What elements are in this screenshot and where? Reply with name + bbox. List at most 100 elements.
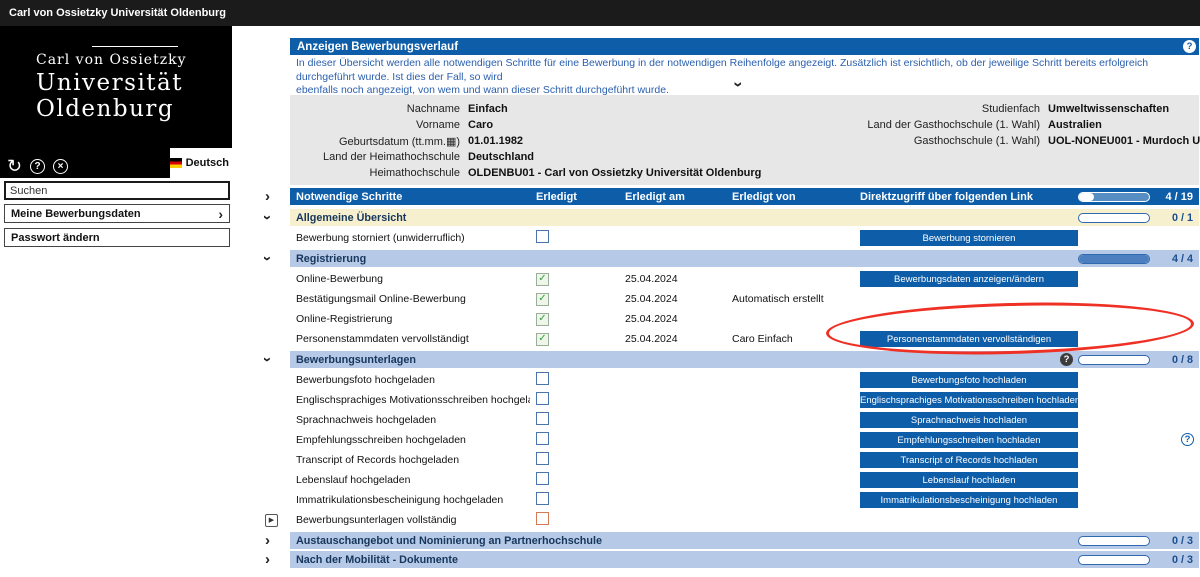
field-label: Studienfach (820, 103, 1040, 115)
steps-rows: › Allgemeine Übersicht ? 0 / 1 Bewerbung… (255, 209, 1199, 568)
content-header: Anzeigen Bewerbungsverlauf ? (290, 38, 1199, 55)
step-checkbox[interactable] (536, 492, 549, 505)
collapse-icon[interactable]: › (260, 215, 275, 220)
step-label: Bewerbungsunterlagen vollständig (290, 514, 530, 526)
expand-icon[interactable]: › (265, 552, 270, 567)
collapse-icon[interactable]: › (260, 357, 275, 362)
section-row[interactable]: › Austauschangebot und Nominierung an Pa… (255, 532, 1199, 549)
field-label: Vorname (290, 119, 460, 131)
step-checkbox[interactable] (536, 472, 549, 485)
step-checkbox[interactable] (536, 432, 549, 445)
section-row[interactable]: › Allgemeine Übersicht ? 0 / 1 (255, 209, 1199, 226)
step-checkbox[interactable]: ✓ (536, 333, 549, 346)
overall-progress-bar (1078, 192, 1150, 202)
field-label: Land der Heimathochschule (290, 151, 460, 163)
field-value: UOL-NONEU001 - Murdoch University (1048, 135, 1200, 147)
checkbox-cell (530, 230, 625, 246)
progress-bar (1078, 536, 1150, 546)
step-action-button[interactable]: Bewerbung stornieren (860, 230, 1078, 246)
step-label: Empfehlungsschreiben hochgeladen (290, 434, 530, 446)
row-gutter (255, 269, 290, 289)
step-checkbox[interactable] (536, 392, 549, 405)
step-checkbox[interactable] (536, 230, 549, 243)
row-body: Bestätigungsmail Online-Bewerbung ✓ 25.0… (290, 289, 1199, 309)
row-gutter (255, 410, 290, 430)
row-gutter: › (255, 209, 290, 226)
step-action-button[interactable]: Bewerbungsfoto hochladen (860, 372, 1078, 388)
progress-label: 4 / 4 (1155, 253, 1193, 265)
button-cell: Bewerbung stornieren (860, 230, 1078, 246)
field-value: Australien (1048, 119, 1102, 131)
table-row: Personenstammdaten vervollständigt ✓ 25.… (255, 329, 1199, 349)
close-icon[interactable]: × (53, 159, 68, 174)
row-gutter: › (255, 551, 290, 568)
step-label: Immatrikulationsbescheinigung hochgelade… (290, 494, 530, 506)
row-body: Sprachnachweis hochgeladen Sprachnachwei… (290, 410, 1199, 430)
step-action-button[interactable]: Bewerbungsdaten anzeigen/ändern (860, 271, 1078, 287)
expand-icon[interactable]: › (265, 189, 270, 204)
applicant-summary-panel: NachnameEinfachVornameCaroGeburtsdatum (… (290, 95, 1199, 185)
header-help-icon[interactable]: ? (1183, 40, 1196, 53)
step-checkbox[interactable] (536, 452, 549, 465)
sidebar-item[interactable]: Passwort ändern (4, 228, 230, 247)
sidebar: Carl von Ossietzky Universität Oldenburg… (0, 26, 232, 178)
sidebar-item[interactable]: Meine Bewerbungsdaten› (4, 204, 230, 223)
step-action-button[interactable]: Englischsprachiges Motivationsschreiben … (860, 392, 1078, 408)
section-title: Austauschangebot und Nominierung an Part… (290, 535, 1078, 547)
table-row: Bewerbungsfoto hochgeladen Bewerbungsfot… (255, 370, 1199, 390)
col-done-by: Erledigt von (732, 191, 860, 203)
step-action-button[interactable]: Transcript of Records hochladen (860, 452, 1078, 468)
help-icon[interactable]: ? (30, 159, 45, 174)
button-cell: Sprachnachweis hochladen (860, 412, 1078, 428)
expand-icon[interactable]: › (265, 533, 270, 548)
step-action-button[interactable]: Lebenslauf hochladen (860, 472, 1078, 488)
field-label: Geburtsdatum (tt.mm.▦) (290, 135, 460, 148)
step-action-button[interactable]: Empfehlungsschreiben hochladen (860, 432, 1078, 448)
section-row[interactable]: › Bewerbungsunterlagen ? 0 / 8 (255, 351, 1199, 368)
row-body: Bewerbungsunterlagen vollständig ? (290, 510, 1199, 530)
row-help-icon[interactable]: ? (1181, 433, 1194, 446)
page-title: Carl von Ossietzky Universität Oldenburg (9, 7, 226, 19)
refresh-icon[interactable]: ↻ (7, 158, 22, 174)
field-label: Gasthochschule (1. Wahl) (820, 135, 1040, 147)
section-row[interactable]: › Registrierung ? 4 / 4 (255, 250, 1199, 267)
step-action-button[interactable]: Personenstammdaten vervollständigen (860, 331, 1078, 347)
section-help-icon[interactable]: ? (1060, 353, 1073, 366)
button-cell: Empfehlungsschreiben hochladen (860, 432, 1078, 448)
step-checkbox[interactable]: ✓ (536, 313, 549, 326)
sidebar-item-label: Passwort ändern (11, 232, 100, 244)
search-input[interactable] (6, 185, 228, 197)
collapse-intro-icon[interactable]: › (730, 82, 747, 88)
step-checkbox[interactable] (536, 412, 549, 425)
row-gutter (255, 470, 290, 490)
table-row: Sprachnachweis hochgeladen Sprachnachwei… (255, 410, 1199, 430)
step-checkbox[interactable]: ✓ (536, 273, 549, 286)
progress-label: 0 / 1 (1155, 212, 1193, 224)
row-gutter (255, 450, 290, 470)
step-label: Englischsprachiges Motivationsschreiben … (290, 394, 530, 406)
language-selector[interactable]: Deutsch (170, 148, 232, 178)
progress-label: 0 / 3 (1155, 535, 1193, 547)
button-cell: Transcript of Records hochladen (860, 452, 1078, 468)
step-action-button[interactable]: Immatrikulationsbescheinigung hochladen (860, 492, 1078, 508)
step-action-button[interactable]: Sprachnachweis hochladen (860, 412, 1078, 428)
row-body: Online-Registrierung ✓ 25.04.2024 ? (290, 309, 1199, 329)
step-checkbox[interactable]: ✓ (536, 293, 549, 306)
row-gutter (255, 309, 290, 329)
section-body: Allgemeine Übersicht ? 0 / 1 (290, 209, 1199, 226)
step-checkbox[interactable] (536, 512, 549, 525)
run-step-icon[interactable]: ▶ (265, 514, 278, 527)
collapse-icon[interactable]: › (260, 256, 275, 261)
checkbox-cell (530, 392, 625, 408)
section-title: Allgemeine Übersicht (290, 212, 1078, 224)
section-body: Austauschangebot und Nominierung an Part… (290, 532, 1199, 549)
step-label: Online-Bewerbung (290, 273, 530, 285)
row-gutter (255, 490, 290, 510)
table-row: Englischsprachiges Motivationsschreiben … (255, 390, 1199, 410)
checkbox-cell (530, 412, 625, 428)
step-checkbox[interactable] (536, 372, 549, 385)
section-row[interactable]: › Nach der Mobilität - Dokumente ? 0 / 3 (255, 551, 1199, 568)
row-body: Lebenslauf hochgeladen Lebenslauf hochla… (290, 470, 1199, 490)
col-steps: Notwendige Schritte (290, 191, 530, 203)
row-gutter (255, 289, 290, 309)
